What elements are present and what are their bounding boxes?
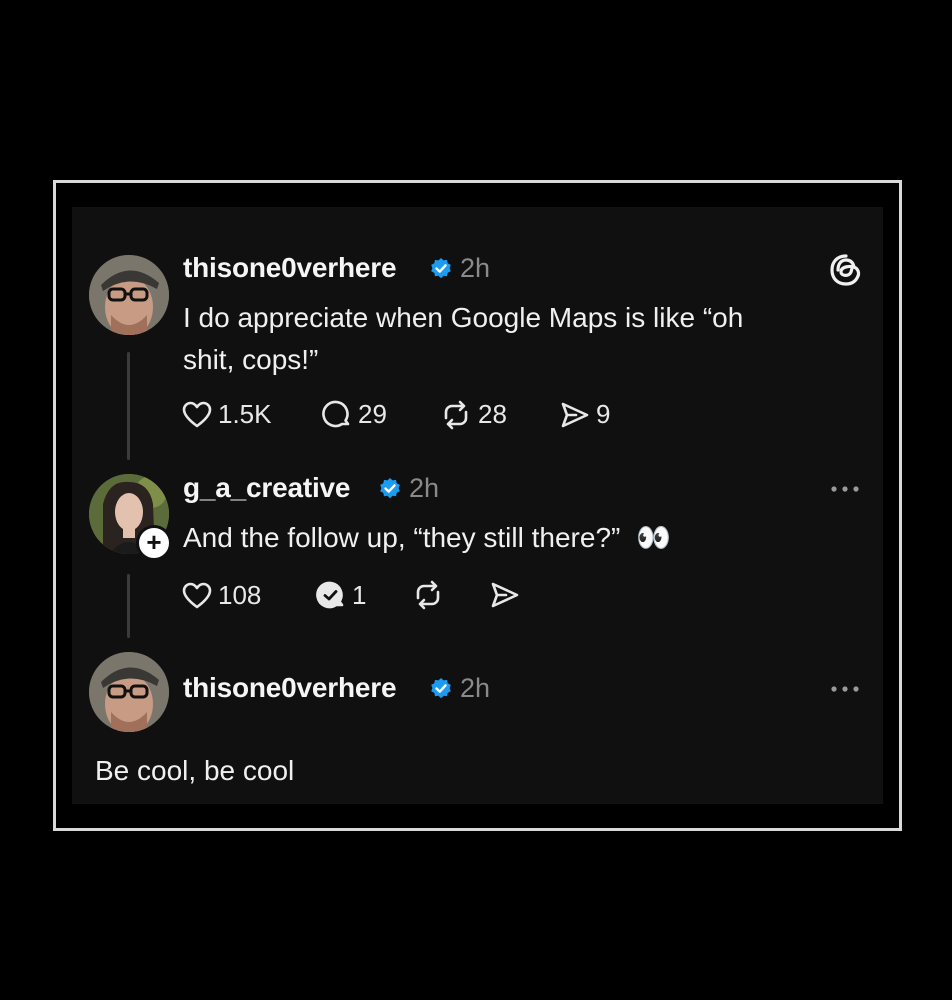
thread-connector bbox=[127, 574, 130, 638]
like-count: 1.5K bbox=[218, 399, 272, 429]
post-text-line: I do appreciate when Google Maps is like… bbox=[183, 302, 744, 333]
repost-icon bbox=[444, 400, 468, 429]
share-button[interactable]: 9 bbox=[560, 399, 610, 430]
share-count: 9 bbox=[596, 399, 611, 429]
heart-icon bbox=[182, 582, 212, 608]
more-options-icon[interactable] bbox=[830, 685, 860, 693]
screenshot-frame: thisone0verhere 2h I do appreciate when … bbox=[53, 180, 902, 831]
post-time: 2h bbox=[460, 253, 491, 283]
post-text-line: shit, cops!” bbox=[183, 344, 319, 375]
username[interactable]: thisone0verhere bbox=[183, 672, 397, 704]
reply-button[interactable]: 1 bbox=[316, 580, 366, 611]
post-text-body: And the follow up, “they still there?” bbox=[183, 522, 621, 553]
heart-icon bbox=[182, 401, 212, 427]
repost-button[interactable] bbox=[412, 580, 450, 610]
more-options-icon[interactable] bbox=[830, 485, 860, 493]
like-count: 108 bbox=[218, 580, 262, 610]
reply-bubble-icon bbox=[322, 400, 350, 427]
post-text: And the follow up, “they still there?” 👀 bbox=[183, 517, 671, 559]
threads-logo-icon[interactable] bbox=[829, 253, 863, 287]
post-text: Be cool, be cool bbox=[95, 755, 295, 786]
thread-card: thisone0verhere 2h I do appreciate when … bbox=[72, 207, 883, 804]
avatar[interactable] bbox=[89, 255, 169, 335]
verified-badge-icon bbox=[380, 478, 400, 499]
reply-count: 29 bbox=[358, 399, 387, 429]
follow-button[interactable]: + bbox=[136, 525, 172, 561]
verified-badge-icon bbox=[431, 258, 451, 279]
username[interactable]: g_a_creative bbox=[183, 472, 350, 504]
verified-badge-icon bbox=[431, 678, 451, 699]
repost-icon bbox=[416, 580, 440, 610]
thread-connector bbox=[127, 352, 130, 460]
repost-button[interactable]: 28 bbox=[440, 399, 507, 430]
username[interactable]: thisone0verhere bbox=[183, 252, 397, 284]
post-time: 2h bbox=[460, 673, 491, 703]
repost-count: 28 bbox=[478, 399, 507, 429]
replied-bubble-icon bbox=[316, 581, 344, 608]
reply-button[interactable]: 29 bbox=[322, 399, 387, 430]
avatar[interactable] bbox=[89, 652, 169, 732]
reply-count: 1 bbox=[352, 580, 367, 610]
send-icon bbox=[491, 582, 519, 608]
share-button[interactable] bbox=[490, 580, 526, 610]
like-button[interactable]: 108 bbox=[182, 580, 261, 611]
send-icon bbox=[561, 402, 589, 427]
like-button[interactable]: 1.5K bbox=[182, 399, 272, 430]
eyes-emoji: 👀 bbox=[636, 522, 671, 553]
post-text: I do appreciate when Google Maps is like… bbox=[183, 297, 743, 381]
post-time: 2h bbox=[409, 473, 440, 503]
